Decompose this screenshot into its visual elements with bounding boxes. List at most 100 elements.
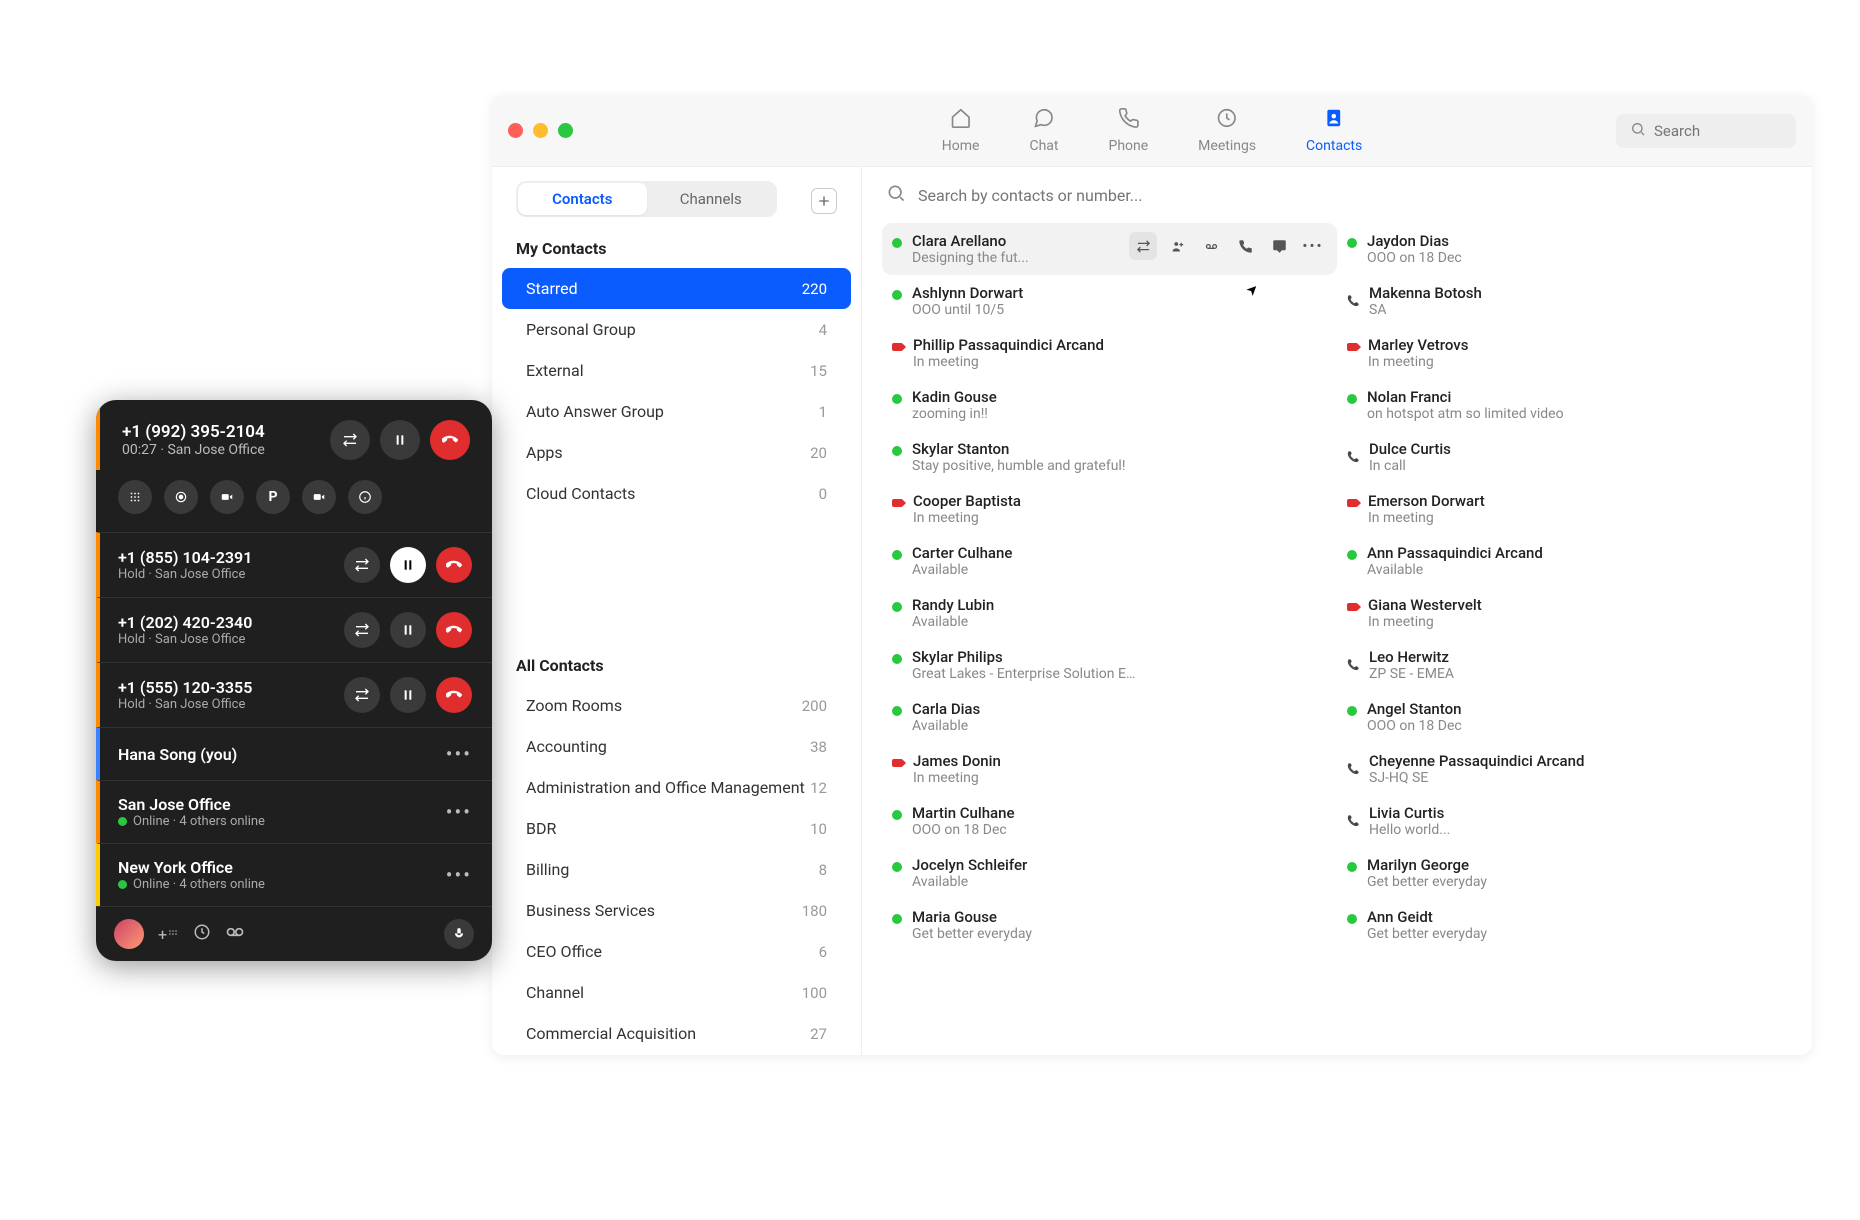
more-icon[interactable]: •••: [446, 800, 472, 824]
contact-row[interactable]: Phillip Passaquindici ArcandIn meeting: [882, 327, 1337, 379]
contacts-search[interactable]: [862, 167, 1812, 223]
top-nav: Home Chat Phone Meetings: [942, 107, 1362, 154]
sidebar-item[interactable]: Accounting38: [502, 726, 851, 767]
sidebar-item[interactable]: External15: [502, 350, 851, 391]
more-icon[interactable]: •••: [1299, 232, 1327, 260]
avatar[interactable]: [114, 919, 144, 949]
sidebar-item[interactable]: Commercial Acquisition27: [502, 1013, 851, 1054]
resume-button[interactable]: [390, 612, 426, 648]
video-toggle-button[interactable]: [302, 480, 336, 514]
contact-row[interactable]: James DoninIn meeting: [882, 743, 1337, 795]
contact-row[interactable]: Maria GouseGet better everyday: [882, 899, 1337, 951]
sidebar-item[interactable]: BDR10: [502, 808, 851, 849]
held-call-row[interactable]: +1 (202) 420-2340 Hold · San Jose Office: [96, 597, 492, 662]
contact-row[interactable]: Leo HerwitzZP SE - EMEA: [1337, 639, 1792, 691]
contact-row[interactable]: Skylar PhilipsGreat Lakes - Enterprise S…: [882, 639, 1337, 691]
sidebar-item[interactable]: CEO Office6: [502, 931, 851, 972]
contact-row[interactable]: Dulce CurtisIn call: [1337, 431, 1792, 483]
hangup-button[interactable]: [436, 612, 472, 648]
contact-row[interactable]: Clara ArellanoDesigning the fut...•••➤: [882, 223, 1337, 275]
contact-row[interactable]: Giana WesterveltIn meeting: [1337, 587, 1792, 639]
add-dialpad-icon[interactable]: +: [158, 925, 179, 944]
sidebar-item[interactable]: Starred220: [502, 268, 851, 309]
contact-status-text: Available: [912, 718, 980, 734]
contact-row[interactable]: Kadin Gousezooming in!!: [882, 379, 1337, 431]
sidebar-item[interactable]: Corporate16: [502, 1054, 851, 1055]
tab-channels[interactable]: Channels: [647, 183, 776, 215]
resume-button[interactable]: [390, 547, 426, 583]
add-person-icon[interactable]: [1163, 232, 1191, 260]
contact-row[interactable]: Angel StantonOOO on 18 Dec: [1337, 691, 1792, 743]
sidebar-item[interactable]: Auto Answer Group1: [502, 391, 851, 432]
contact-row[interactable]: Livia CurtisHello world...: [1337, 795, 1792, 847]
contact-row[interactable]: Cheyenne Passaquindici ArcandSJ-HQ SE: [1337, 743, 1792, 795]
hangup-button[interactable]: [430, 420, 470, 460]
pause-button[interactable]: [380, 420, 420, 460]
held-call-row[interactable]: +1 (855) 104-2391 Hold · San Jose Office: [96, 532, 492, 597]
contact-row[interactable]: Marilyn GeorgeGet better everyday: [1337, 847, 1792, 899]
contact-row[interactable]: Ashlynn DorwartOOO until 10/5: [882, 275, 1337, 327]
nav-chat[interactable]: Chat: [1029, 107, 1058, 154]
contact-row[interactable]: Jaydon DiasOOO on 18 Dec: [1337, 223, 1792, 275]
contact-row[interactable]: Jocelyn SchleiferAvailable: [882, 847, 1337, 899]
contact-row[interactable]: Martin CulhaneOOO on 18 Dec: [882, 795, 1337, 847]
contact-row[interactable]: Ann Passaquindici ArcandAvailable: [1337, 535, 1792, 587]
history-icon[interactable]: [193, 923, 211, 945]
contact-row[interactable]: Carla DiasAvailable: [882, 691, 1337, 743]
sidebar-item[interactable]: Personal Group4: [502, 309, 851, 350]
office-row[interactable]: New York Office Online · 4 others online…: [96, 843, 492, 906]
self-row[interactable]: Hana Song (you) •••: [96, 727, 492, 780]
contact-row[interactable]: Nolan Francion hotspot atm so limited vi…: [1337, 379, 1792, 431]
sidebar-item[interactable]: Business Services180: [502, 890, 851, 931]
contact-row[interactable]: Cooper BaptistaIn meeting: [882, 483, 1337, 535]
contact-row[interactable]: Skylar StantonStay positive, humble and …: [882, 431, 1337, 483]
sidebar-item[interactable]: Cloud Contacts0: [502, 473, 851, 514]
nav-contacts[interactable]: Contacts: [1306, 107, 1362, 154]
hangup-button[interactable]: [436, 547, 472, 583]
video-button[interactable]: [210, 480, 244, 514]
chat-icon[interactable]: [1265, 232, 1293, 260]
more-icon[interactable]: •••: [446, 863, 472, 887]
sidebar-item[interactable]: Administration and Office Management12: [502, 767, 851, 808]
nav-phone[interactable]: Phone: [1108, 107, 1148, 154]
close-window-button[interactable]: [508, 123, 523, 138]
transfer-button[interactable]: [344, 547, 380, 583]
info-button[interactable]: [348, 480, 382, 514]
contact-row[interactable]: Makenna BotoshSA: [1337, 275, 1792, 327]
minimize-window-button[interactable]: [533, 123, 548, 138]
nav-home[interactable]: Home: [942, 107, 980, 154]
contact-row[interactable]: Emerson DorwartIn meeting: [1337, 483, 1792, 535]
record-button[interactable]: [164, 480, 198, 514]
transfer-button[interactable]: [330, 420, 370, 460]
mute-button[interactable]: [444, 919, 474, 949]
add-contact-button[interactable]: [811, 188, 837, 214]
contacts-search-input[interactable]: [918, 186, 1788, 205]
tab-contacts[interactable]: Contacts: [518, 183, 647, 215]
contact-row[interactable]: Marley VetrovsIn meeting: [1337, 327, 1792, 379]
nav-meetings[interactable]: Meetings: [1198, 107, 1256, 154]
transfer-button[interactable]: [344, 677, 380, 713]
sidebar-item[interactable]: Channel100: [502, 972, 851, 1013]
contact-row[interactable]: Ann GeidtGet better everyday: [1337, 899, 1792, 951]
phone-icon[interactable]: [1231, 232, 1259, 260]
hangup-button[interactable]: [436, 677, 472, 713]
park-button[interactable]: P: [256, 480, 290, 514]
dialpad-button[interactable]: [118, 480, 152, 514]
global-search[interactable]: [1616, 114, 1796, 148]
contact-row[interactable]: Randy LubinAvailable: [882, 587, 1337, 639]
transfer-icon[interactable]: [1129, 232, 1157, 260]
resume-button[interactable]: [390, 677, 426, 713]
voicemail-icon[interactable]: [1197, 232, 1225, 260]
transfer-button[interactable]: [344, 612, 380, 648]
held-call-row[interactable]: +1 (555) 120-3355 Hold · San Jose Office: [96, 662, 492, 727]
sidebar-item[interactable]: Billing8: [502, 849, 851, 890]
office-row[interactable]: San Jose Office Online · 4 others online…: [96, 780, 492, 843]
sidebar-item[interactable]: Apps20: [502, 432, 851, 473]
more-icon[interactable]: •••: [446, 742, 472, 766]
sidebar-item[interactable]: Zoom Rooms200: [502, 685, 851, 726]
sidebar-list-all: Zoom Rooms200Accounting38Administration …: [492, 685, 861, 1055]
global-search-input[interactable]: [1654, 122, 1782, 140]
voicemail-icon[interactable]: [225, 922, 245, 946]
contact-row[interactable]: Carter CulhaneAvailable: [882, 535, 1337, 587]
zoom-window-button[interactable]: [558, 123, 573, 138]
